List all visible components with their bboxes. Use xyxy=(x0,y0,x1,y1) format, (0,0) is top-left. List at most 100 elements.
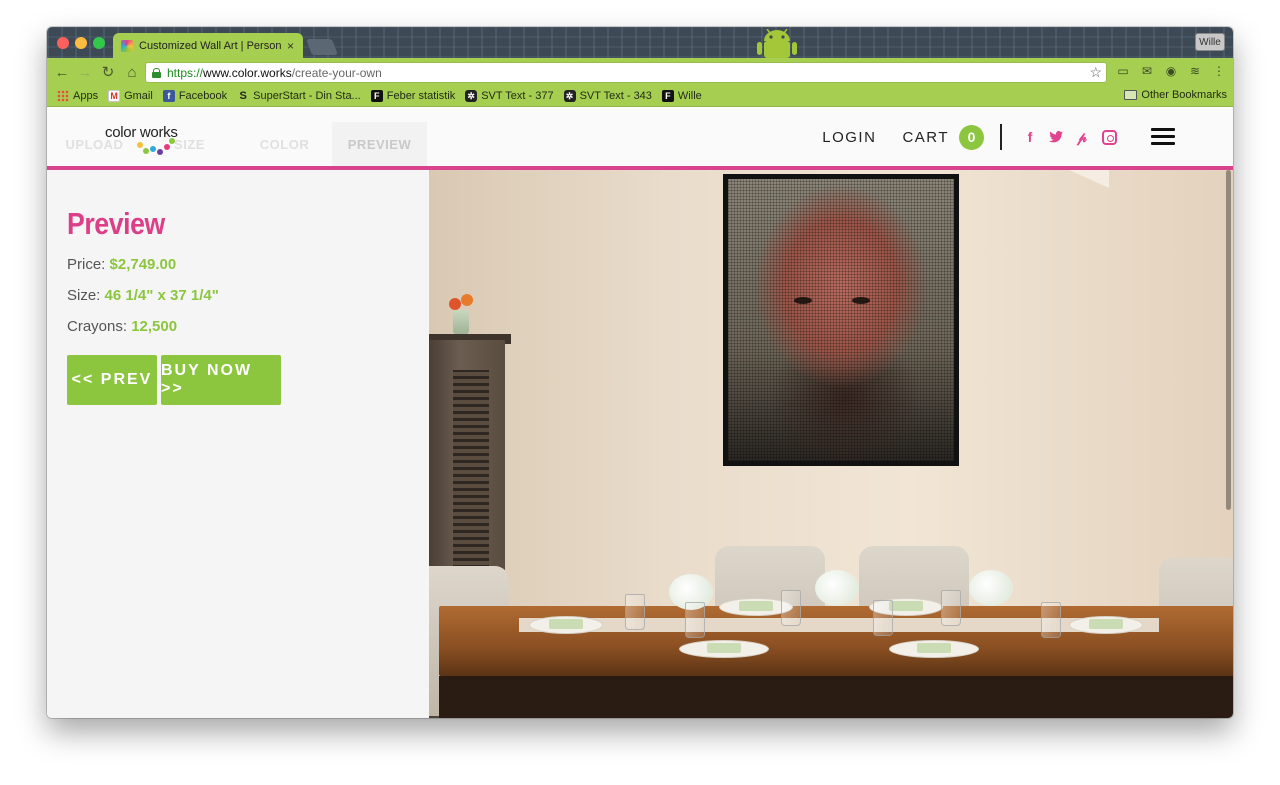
price-value: $2,749.00 xyxy=(109,256,177,273)
browser-tab[interactable]: Customized Wall Art | Persona × xyxy=(113,33,303,58)
nav-divider xyxy=(1000,124,1002,150)
crayon-portrait xyxy=(728,179,954,461)
flower-centerpiece xyxy=(815,570,859,606)
browser-window: Customized Wall Art | Persona × Wille ← … xyxy=(47,27,1233,718)
crayon-art-frame xyxy=(723,174,959,466)
bookmark-label: SVT Text - 377 xyxy=(481,90,554,102)
new-tab-button[interactable] xyxy=(306,39,338,55)
room-preview-image xyxy=(429,170,1233,718)
superstart-icon: S xyxy=(239,90,247,102)
portrait-eye xyxy=(852,297,870,304)
other-bookmarks-label: Other Bookmarks xyxy=(1141,89,1227,101)
bookmark-star-icon[interactable]: ☆ xyxy=(1089,64,1102,81)
hamburger-menu-icon[interactable] xyxy=(1151,128,1175,146)
page-scrollbar[interactable] xyxy=(1226,170,1231,510)
title-bar: Customized Wall Art | Persona × Wille xyxy=(47,27,1233,58)
android-theme-icon xyxy=(757,29,797,58)
colorworks-logo[interactable]: color works xyxy=(105,120,185,160)
url-host: www.color.works xyxy=(203,65,292,80)
glass xyxy=(873,600,893,636)
buy-now-button[interactable]: BUY NOW >> xyxy=(161,355,281,405)
glass xyxy=(1041,602,1061,638)
feber-icon: F xyxy=(661,90,674,102)
site-header: UPLOAD SIZE COLOR PREVIEW color works LO… xyxy=(47,108,1233,166)
folder-icon xyxy=(1124,90,1138,100)
close-window-button[interactable] xyxy=(57,37,69,49)
bookmark-facebook[interactable]: f Facebook xyxy=(162,90,228,102)
napkin xyxy=(739,601,773,611)
napkin xyxy=(1089,619,1123,629)
bookmark-svt-377[interactable]: ✲ SVT Text - 377 xyxy=(465,90,554,102)
step-preview[interactable]: PREVIEW xyxy=(332,122,427,166)
reload-icon[interactable]: ↻ xyxy=(99,63,117,81)
preview-panel: Preview Price: $2,749.00 Size: 46 1/4" x… xyxy=(47,170,429,718)
price-label: Price: xyxy=(67,256,106,273)
flower xyxy=(449,298,461,310)
crayons-label: Crayons: xyxy=(67,318,128,335)
ceiling-corner xyxy=(1009,170,1109,188)
address-bar[interactable]: https://www.color.works/create-your-own … xyxy=(145,62,1107,83)
glass xyxy=(781,590,801,626)
logo-text: color works xyxy=(105,124,178,141)
apps-icon xyxy=(57,90,69,102)
bookmark-gmail[interactable]: M Gmail xyxy=(108,90,153,102)
napkin xyxy=(889,601,923,611)
extension-circle-icon[interactable]: ◉ xyxy=(1163,63,1179,79)
svt-icon: ✲ xyxy=(563,90,576,102)
cast-icon[interactable]: ▭ xyxy=(1115,63,1131,79)
more-menu-icon[interactable]: ⋮ xyxy=(1211,63,1227,79)
forward-arrow-icon[interactable]: → xyxy=(76,63,94,81)
table-runner xyxy=(519,618,1159,632)
size-value: 46 1/4" x 37 1/4" xyxy=(104,287,219,304)
bookmark-label: Gmail xyxy=(124,90,153,102)
pinterest-icon[interactable]: 𝓅 xyxy=(1074,129,1090,145)
minimize-window-button[interactable] xyxy=(75,37,87,49)
profile-button[interactable]: Wille xyxy=(1195,33,1225,51)
bookmark-label: Facebook xyxy=(178,90,228,102)
bookmark-apps[interactable]: Apps xyxy=(57,90,98,102)
cart-link[interactable]: CART xyxy=(902,129,949,146)
bookmark-wille[interactable]: F Wille xyxy=(661,90,702,102)
gmail-icon: M xyxy=(108,90,121,102)
twitter-icon[interactable] xyxy=(1048,129,1064,145)
glass xyxy=(625,594,645,630)
preview-title: Preview xyxy=(67,206,165,241)
browser-toolbar: ← → ↻ ⌂ https://www.color.works/create-y… xyxy=(47,58,1233,86)
bookmark-label: Apps xyxy=(73,90,99,102)
flower-centerpiece xyxy=(969,570,1013,606)
instagram-icon[interactable] xyxy=(1102,129,1117,145)
login-link[interactable]: LOGIN xyxy=(822,129,876,146)
size-label: Size: xyxy=(67,287,101,304)
svt-icon: ✲ xyxy=(465,90,478,102)
other-bookmarks[interactable]: Other Bookmarks xyxy=(1124,89,1227,101)
bookmark-label: SVT Text - 343 xyxy=(579,90,652,102)
facebook-icon[interactable]: f xyxy=(1022,129,1038,145)
maximize-window-button[interactable] xyxy=(93,37,105,49)
cart-count-badge[interactable]: 0 xyxy=(959,124,984,150)
url-path: /create-your-own xyxy=(291,65,382,80)
prev-button[interactable]: << PREV xyxy=(67,355,157,405)
colorworks-favicon-icon xyxy=(121,39,133,52)
tab-close-icon[interactable]: × xyxy=(287,39,294,53)
flower-vase xyxy=(453,310,469,334)
step-tabs: UPLOAD SIZE COLOR PREVIEW xyxy=(47,122,427,166)
feber-icon: F xyxy=(370,90,383,102)
step-color[interactable]: COLOR xyxy=(237,122,332,166)
bookmarks-bar: Apps M Gmail f Facebook S SuperStart - D… xyxy=(47,86,1233,107)
crayons-value: 12,500 xyxy=(131,318,178,335)
napkin xyxy=(707,643,741,653)
bookmark-svt-343[interactable]: ✲ SVT Text - 343 xyxy=(563,90,652,102)
header-nav: LOGIN CART 0 f 𝓅 xyxy=(796,124,1175,150)
back-arrow-icon[interactable]: ← xyxy=(53,63,71,81)
bookmark-feber[interactable]: F Feber statistik xyxy=(370,90,455,102)
extension-icons: ▭ ✉ ◉ ≋ ⋮ xyxy=(1115,63,1227,79)
home-icon[interactable]: ⌂ xyxy=(123,63,141,81)
napkin xyxy=(549,619,583,629)
facebook-icon: f xyxy=(162,90,175,102)
glass xyxy=(685,602,705,638)
url-scheme: https:// xyxy=(167,65,204,80)
flower xyxy=(461,294,473,306)
mail-icon[interactable]: ✉ xyxy=(1139,63,1155,79)
buffer-icon[interactable]: ≋ xyxy=(1187,63,1203,79)
bookmark-superstart[interactable]: S SuperStart - Din Sta... xyxy=(237,90,360,102)
